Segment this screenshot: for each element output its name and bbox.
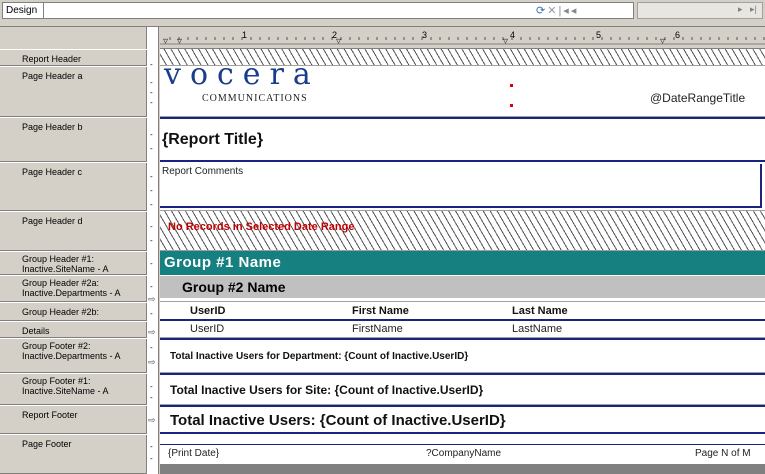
- marker: -: [150, 309, 153, 318]
- company-name-field[interactable]: ?CompanyName: [426, 448, 501, 459]
- col-header-firstname[interactable]: First Name: [352, 305, 409, 317]
- band-label-group-header-2a[interactable]: Group Header #2a: Inactive.Departments -…: [0, 275, 147, 302]
- refresh-icon[interactable]: ⟳: [536, 5, 547, 17]
- marker: -: [150, 343, 153, 352]
- band-label-group-footer-1[interactable]: Group Footer #1: Inactive.SiteName - A: [0, 373, 147, 405]
- marker: -: [150, 222, 153, 231]
- col-header-lastname[interactable]: Last Name: [512, 305, 568, 317]
- footer-rule: [160, 444, 765, 445]
- gf2-total-field[interactable]: Total Inactive Users for Department: {Co…: [170, 351, 468, 362]
- group2-name-field[interactable]: Group #2 Name: [182, 279, 285, 295]
- ruler-number: 6: [675, 30, 681, 40]
- print-date-field[interactable]: {Print Date}: [168, 448, 219, 459]
- marker: -: [150, 88, 153, 97]
- ruler-number: 1: [242, 30, 248, 40]
- band-page-header-a[interactable]: vocera COMMUNICATIONS @DateRangeTitle: [160, 57, 765, 117]
- band-label-page-header-c[interactable]: Page Header c: [0, 162, 147, 211]
- prev-page-icon[interactable]: ◂: [571, 5, 579, 17]
- marker: -: [150, 60, 153, 69]
- last-page-icon[interactable]: ▸|: [750, 4, 757, 15]
- band-label-details[interactable]: Details: [0, 321, 147, 338]
- toolbar-icons: ⟳✕|◂◂: [536, 4, 636, 18]
- no-records-message[interactable]: No Records in Selected Date Range: [168, 221, 354, 233]
- tab-design[interactable]: Design: [2, 2, 44, 19]
- vocera-logo: vocera: [164, 57, 320, 92]
- marker: -: [150, 259, 153, 268]
- band-group-header-1[interactable]: Group #1 Name: [160, 251, 765, 275]
- next-page-icon[interactable]: ▸: [738, 4, 743, 15]
- ruler-tab-marker[interactable]: ▿: [503, 36, 508, 47]
- band-label-page-header-b[interactable]: Page Header b: [0, 117, 147, 162]
- date-range-title-field[interactable]: @DateRangeTitle: [650, 91, 745, 105]
- band-label-group-header-2b[interactable]: Group Header #2b:: [0, 302, 147, 321]
- field-handle: [510, 84, 513, 87]
- marker: -: [150, 393, 153, 402]
- marker: -: [150, 186, 153, 195]
- band-label-report-footer[interactable]: Report Footer: [0, 405, 147, 434]
- marker: -: [150, 144, 153, 153]
- ruler-number: 3: [422, 30, 428, 40]
- ruler-number: 2: [332, 30, 338, 40]
- detail-lastname-field[interactable]: LastName: [512, 323, 562, 335]
- col-header-userid[interactable]: UserID: [190, 305, 225, 317]
- marker: -: [150, 78, 153, 87]
- detail-firstname-field[interactable]: FirstName: [352, 323, 403, 335]
- page-n-of-m-field[interactable]: Page N of M: [695, 448, 751, 459]
- marker: -: [150, 442, 153, 451]
- band-group-header-2b[interactable]: UserID First Name Last Name: [160, 302, 765, 321]
- marker: -: [150, 130, 153, 139]
- band-group-footer-1[interactable]: Total Inactive Users for Site: {Count of…: [160, 373, 765, 405]
- ruler-tab-marker[interactable]: ▿: [177, 36, 182, 47]
- band-group-footer-2[interactable]: Total Inactive Users for Department: {Co…: [160, 338, 765, 373]
- report-comments-box[interactable]: [160, 164, 762, 208]
- first-page-icon[interactable]: |◂: [558, 5, 570, 17]
- arrow-marker-icon: ⇨: [148, 415, 156, 425]
- marker: -: [150, 454, 153, 463]
- page-footer-bottom-bar: [160, 464, 765, 474]
- band-marker-column: - - - - - - - - - - - - - ⇨ - ⇨ - ⇨ - - …: [147, 27, 159, 474]
- detail-userid-field[interactable]: UserID: [190, 323, 224, 335]
- band-report-footer[interactable]: Total Inactive Users: {Count of Inactive…: [160, 405, 765, 434]
- arrow-marker-icon: ⇨: [148, 327, 156, 337]
- band-labels-column: Report Header Page Header a Page Header …: [0, 27, 147, 474]
- design-canvas: vocera COMMUNICATIONS @DateRangeTitle {R…: [160, 49, 765, 474]
- marker: -: [150, 236, 153, 245]
- gf1-total-field[interactable]: Total Inactive Users for Site: {Count of…: [170, 383, 483, 397]
- band-label-report-header[interactable]: Report Header: [0, 49, 147, 66]
- group1-name-field[interactable]: Group #1 Name: [164, 254, 281, 271]
- marker: -: [150, 282, 153, 291]
- ruler-tab-marker[interactable]: ▿: [660, 36, 665, 47]
- band-page-header-b[interactable]: {Report Title}: [160, 117, 765, 162]
- vocera-logo-subtitle: COMMUNICATIONS: [202, 93, 308, 104]
- field-handle: [510, 104, 513, 107]
- ruler: ▿ ▿ ▿ ▿ ▿ 1 2 3 4 5 6: [160, 27, 765, 49]
- marker: -: [150, 382, 153, 391]
- ruler-tab-marker[interactable]: ▿: [163, 36, 168, 47]
- arrow-marker-icon: ⇨: [148, 294, 156, 304]
- band-page-header-d[interactable]: No Records in Selected Date Range: [160, 211, 765, 251]
- preview-toolbar: Design ⟳✕|◂◂ ▸ ▸|: [0, 0, 765, 27]
- band-page-footer[interactable]: {Print Date} ?CompanyName Page N of M: [160, 434, 765, 474]
- band-label-page-footer[interactable]: Page Footer: [0, 434, 147, 474]
- band-label-group-footer-2[interactable]: Group Footer #2: Inactive.Departments - …: [0, 338, 147, 373]
- report-comments-field[interactable]: Report Comments: [162, 166, 243, 177]
- horizontal-scrollbar[interactable]: ▸ ▸|: [637, 2, 763, 19]
- marker: -: [150, 172, 153, 181]
- band-label-group-header-1[interactable]: Group Header #1: Inactive.SiteName - A: [0, 251, 147, 275]
- band-page-header-c[interactable]: Report Comments: [160, 162, 765, 211]
- marker: -: [150, 98, 153, 107]
- ruler-number: 5: [596, 30, 602, 40]
- marker: -: [150, 200, 153, 209]
- report-title-field[interactable]: {Report Title}: [162, 131, 263, 149]
- ruler-number: 4: [510, 30, 516, 40]
- rf-total-field[interactable]: Total Inactive Users: {Count of Inactive…: [170, 412, 506, 429]
- band-group-header-2a[interactable]: Group #2 Name: [160, 275, 765, 302]
- band-details[interactable]: UserID FirstName LastName: [160, 321, 765, 338]
- band-label-page-header-d[interactable]: Page Header d: [0, 211, 147, 251]
- arrow-marker-icon: ⇨: [148, 357, 156, 367]
- close-icon[interactable]: ✕: [547, 5, 558, 17]
- band-label-page-header-a[interactable]: Page Header a: [0, 66, 147, 117]
